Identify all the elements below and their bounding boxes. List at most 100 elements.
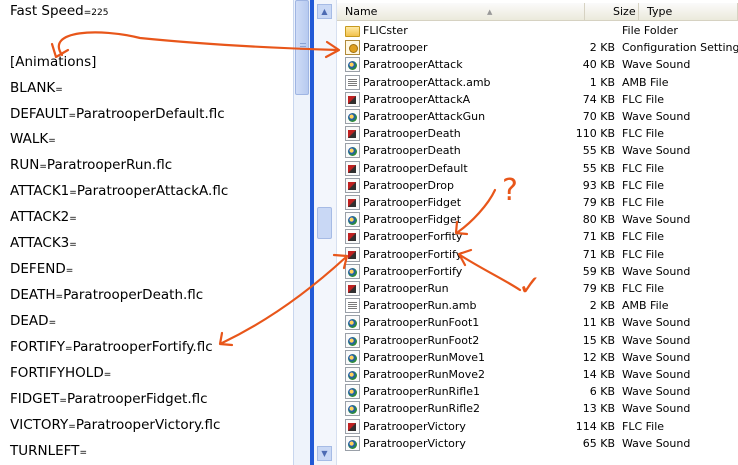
file-name: ParatrooperDefault: [363, 161, 468, 175]
file-type: Configuration Settings: [622, 41, 738, 55]
file-row[interactable]: ParatrooperRunMove1 12 KB Wave Sound: [337, 349, 738, 366]
file-name: FLICster: [363, 24, 408, 37]
file-type: Wave Sound: [622, 402, 691, 416]
wave-sound-icon: [345, 332, 360, 348]
editor-line-key: RUN: [10, 157, 40, 173]
editor-line[interactable]: ATTACK1=ParatrooperAttackA.flc: [10, 183, 228, 199]
file-row[interactable]: ParatrooperDrop 93 KB FLC File: [337, 177, 738, 194]
file-name: ParatrooperAttackGun: [363, 110, 486, 123]
editor-line[interactable]: VICTORY=ParatrooperVictory.flc: [10, 417, 220, 433]
file-size: 6 KB: [589, 385, 615, 399]
file-name: ParatrooperRun.amb: [363, 299, 477, 313]
editor-line-separator: =: [65, 266, 74, 276]
file-row[interactable]: ParatrooperFortify 71 KB FLC File: [337, 246, 738, 263]
editor-line[interactable]: RUN=ParatrooperRun.flc: [10, 157, 172, 173]
text-editor[interactable]: Fast Speed=225 [Animations] BLANK= DEFAULT=…: [0, 0, 293, 465]
file-row[interactable]: ParatrooperRunMove2 14 KB Wave Sound: [337, 366, 738, 383]
editor-line-key: FIDGET: [10, 391, 60, 407]
editor-line[interactable]: Fast Speed=225: [10, 3, 108, 19]
file-size: 14 KB: [582, 368, 615, 381]
file-row[interactable]: ParatrooperRunRifle2 13 KB Wave Sound: [337, 400, 738, 417]
file-row[interactable]: ParatrooperFortify 59 KB Wave Sound: [337, 263, 738, 280]
editor-line-separator: =: [69, 240, 77, 250]
file-row[interactable]: ParatrooperFidget 80 KB Wave Sound: [337, 211, 738, 228]
wave-sound-icon: [345, 263, 360, 279]
editor-line-separator: =: [103, 370, 112, 380]
explorer-scroll-thumb[interactable]: [317, 207, 332, 239]
file-row[interactable]: ParatrooperRunFoot1 11 KB Wave Sound: [337, 314, 738, 331]
editor-line-separator: =: [48, 318, 57, 328]
editor-vertical-scrollbar[interactable]: [293, 0, 310, 465]
editor-line[interactable]: [Animations]: [10, 54, 96, 70]
document-icon: [345, 298, 360, 314]
column-header-name[interactable]: Name: [337, 3, 585, 20]
editor-line[interactable]: FIDGET=ParatrooperFidget.flc: [10, 391, 208, 407]
file-row[interactable]: ParatrooperVictory 114 KB FLC File: [337, 418, 738, 435]
file-size: 59 KB: [582, 264, 615, 278]
flc-file-icon: [345, 229, 360, 245]
file-row[interactable]: ParatrooperDeath 55 KB Wave Sound: [337, 142, 738, 159]
editor-line-key: Fast Speed: [10, 3, 84, 19]
file-type: Wave Sound: [622, 385, 691, 399]
scroll-down-arrow-icon[interactable]: ▼: [317, 446, 332, 461]
column-header-size[interactable]: Size: [585, 3, 639, 20]
file-size: 12 KB: [582, 350, 615, 364]
file-row[interactable]: ParatrooperRunRifle1 6 KB Wave Sound: [337, 383, 738, 400]
editor-line[interactable]: DEAD=: [10, 313, 56, 329]
file-name: ParatrooperAttack: [363, 58, 463, 72]
file-size: 15 KB: [582, 333, 615, 347]
file-row[interactable]: ParatrooperRunFoot2 15 KB Wave Sound: [337, 332, 738, 349]
editor-line[interactable]: BLANK=: [10, 80, 63, 96]
editor-line-value: ParatrooperRun.flc: [46, 157, 173, 173]
file-row[interactable]: ParatrooperDefault 55 KB FLC File: [337, 160, 738, 177]
editor-line[interactable]: DEFAULT=ParatrooperDefault.flc: [10, 106, 225, 122]
editor-line[interactable]: ATTACK2=: [10, 209, 77, 225]
file-name: ParatrooperFortify: [363, 247, 463, 261]
file-name: ParatrooperVictory: [363, 436, 466, 450]
editor-line[interactable]: TURNLEFT=: [10, 443, 87, 459]
file-row[interactable]: Paratrooper 2 KB Configuration Settings: [337, 39, 738, 56]
editor-line[interactable]: DEATH=ParatrooperDeath.flc: [10, 287, 203, 303]
file-type: FLC File: [622, 282, 665, 295]
wave-sound-icon: [345, 367, 360, 382]
column-header-type[interactable]: Type: [639, 3, 738, 20]
editor-line-separator: =: [65, 344, 73, 354]
editor-line[interactable]: FORTIFYHOLD=: [10, 365, 111, 381]
file-type: File Folder: [622, 24, 678, 37]
file-row[interactable]: ParatrooperAttack.amb 1 KB AMB File: [337, 74, 738, 91]
wave-sound-icon: [345, 384, 360, 400]
file-row[interactable]: ParatrooperRun.amb 2 KB AMB File: [337, 297, 738, 314]
flc-file-icon: [345, 91, 360, 107]
file-row[interactable]: FLICster File Folder: [337, 22, 738, 39]
file-name: ParatrooperRunRifle1: [363, 385, 480, 399]
file-type: AMB File: [622, 75, 669, 89]
file-row[interactable]: ParatrooperRun 79 KB FLC File: [337, 280, 738, 297]
file-size: 79 KB: [582, 196, 615, 209]
file-row[interactable]: ParatrooperAttack 40 KB Wave Sound: [337, 56, 738, 73]
editor-line[interactable]: FORTIFY=ParatrooperFortify.flc: [10, 339, 213, 355]
editor-line[interactable]: ATTACK3=: [10, 235, 77, 251]
editor-line-key: DEFEND: [10, 261, 66, 277]
file-size: 71 KB: [582, 230, 615, 244]
file-type: Wave Sound: [622, 264, 691, 278]
editor-line-separator: =: [55, 292, 64, 302]
file-row[interactable]: ParatrooperAttackGun 70 KB Wave Sound: [337, 108, 738, 125]
file-row[interactable]: ParatrooperVictory 65 KB Wave Sound: [337, 435, 738, 452]
scroll-up-arrow-icon[interactable]: ▲: [317, 4, 332, 19]
editor-scroll-thumb[interactable]: [295, 0, 309, 95]
flc-file-icon: [345, 281, 360, 296]
editor-line-separator: =: [69, 214, 77, 224]
editor-line-value: 225: [91, 8, 109, 18]
file-row[interactable]: ParatrooperDeath 110 KB FLC File: [337, 125, 738, 142]
file-size: 55 KB: [582, 144, 615, 158]
file-explorer: ▲ ▼ Name ▲ Size Type FLICster File Folder…: [314, 0, 738, 465]
file-row[interactable]: ParatrooperForfity 71 KB FLC File: [337, 228, 738, 245]
file-row[interactable]: ParatrooperFidget 79 KB FLC File: [337, 194, 738, 211]
editor-line[interactable]: WALK=: [10, 131, 56, 147]
explorer-vertical-scrollbar[interactable]: ▲ ▼: [314, 0, 337, 465]
file-name: ParatrooperAttack.amb: [363, 75, 491, 89]
editor-line[interactable]: DEFEND=: [10, 261, 73, 277]
file-name: ParatrooperRunRifle2: [363, 402, 480, 416]
wave-sound-icon: [345, 435, 360, 451]
file-row[interactable]: ParatrooperAttackA 74 KB FLC File: [337, 91, 738, 108]
